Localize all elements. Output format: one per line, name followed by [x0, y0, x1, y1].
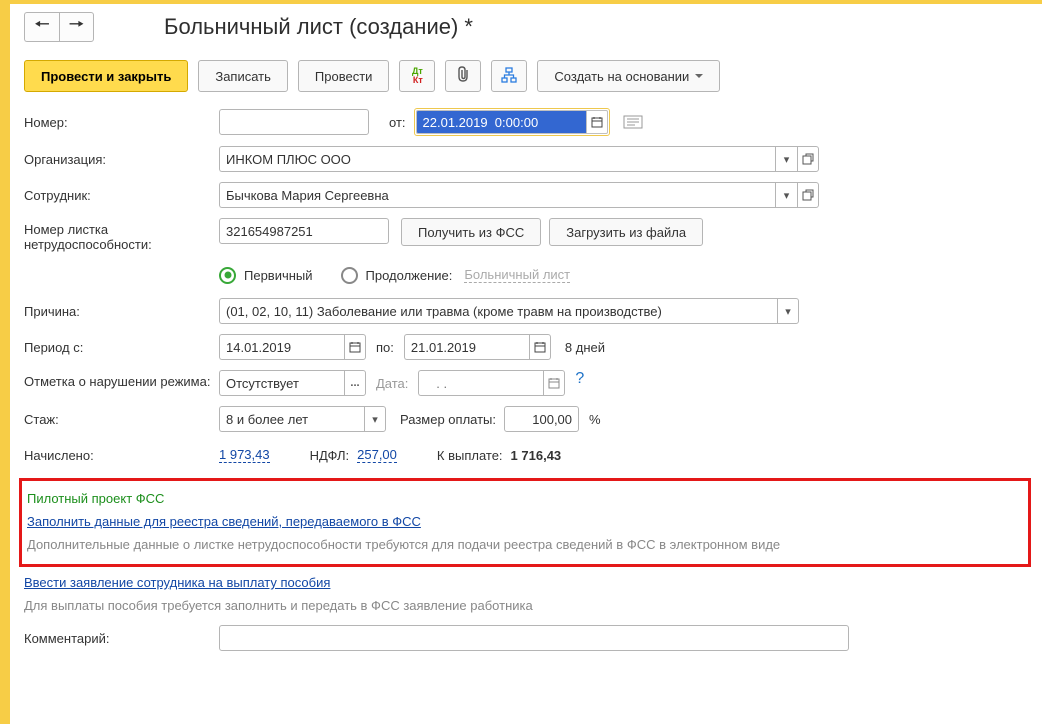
nav-forward-button[interactable]: 🠖	[59, 12, 94, 42]
number-input[interactable]	[219, 109, 369, 135]
sickleave-number-input[interactable]	[219, 218, 389, 244]
nav-back-button[interactable]: 🠔	[24, 12, 59, 42]
accrued-value-link[interactable]: 1 973,43	[219, 447, 270, 463]
pilot-fss-title: Пилотный проект ФСС	[27, 491, 1023, 506]
ndfl-value-link[interactable]: 257,00	[357, 447, 397, 463]
structure-icon	[501, 67, 517, 86]
employee-input[interactable]	[219, 182, 775, 208]
enter-application-link[interactable]: Ввести заявление сотрудника на выплату п…	[24, 575, 330, 590]
seniority-label: Стаж:	[24, 412, 219, 427]
reason-label: Причина:	[24, 304, 219, 319]
application-hint: Для выплаты пособия требуется заполнить …	[24, 598, 1026, 613]
number-label: Номер:	[24, 115, 219, 130]
accrued-label: Начислено:	[24, 448, 219, 463]
organization-open-button[interactable]	[797, 146, 819, 172]
debit-credit-button[interactable]: ДтКт	[399, 60, 435, 92]
period-to-input[interactable]	[404, 334, 529, 360]
primary-radio-label: Первичный	[244, 268, 313, 283]
open-icon	[802, 153, 814, 165]
help-icon[interactable]: ?	[575, 370, 584, 388]
get-from-fss-button[interactable]: Получить из ФСС	[401, 218, 541, 246]
calendar-icon	[591, 116, 603, 128]
document-date-input[interactable]	[416, 110, 586, 134]
post-and-close-button[interactable]: Провести и закрыть	[24, 60, 188, 92]
violation-label: Отметка о нарушении режима:	[24, 370, 219, 389]
violation-date-calendar-button[interactable]	[543, 370, 565, 396]
payment-rate-input[interactable]	[504, 406, 579, 432]
organization-input[interactable]	[219, 146, 775, 172]
days-count-text: 8 дней	[565, 340, 605, 355]
document-date-group	[414, 108, 610, 136]
calendar-icon	[548, 377, 560, 389]
percent-label: %	[589, 412, 601, 427]
violation-input[interactable]	[219, 370, 344, 396]
paperclip-icon	[455, 65, 471, 88]
to-pay-label: К выплате:	[437, 448, 503, 463]
attachments-button[interactable]	[445, 60, 481, 92]
sickleave-number-label: Номер листка нетрудоспособности:	[24, 218, 219, 252]
reason-dropdown-button[interactable]: ▾	[777, 298, 799, 324]
period-from-calendar-button[interactable]	[344, 334, 366, 360]
employee-open-button[interactable]	[797, 182, 819, 208]
period-to-label: по:	[376, 340, 394, 355]
employee-label: Сотрудник:	[24, 188, 219, 203]
payment-rate-label: Размер оплаты:	[400, 412, 496, 427]
violation-date-label: Дата:	[376, 376, 408, 391]
seniority-input[interactable]	[219, 406, 364, 432]
comment-label: Комментарий:	[24, 631, 219, 646]
to-pay-value: 1 716,43	[511, 448, 562, 463]
continuation-radio[interactable]	[341, 267, 358, 284]
sickleave-type-radio-group: Первичный Продолжение: Больничный лист	[219, 267, 570, 284]
period-from-label: Период с:	[24, 340, 219, 355]
date-from-label: от:	[389, 115, 406, 130]
open-icon	[802, 189, 814, 201]
calendar-icon	[349, 341, 361, 353]
violation-select-button[interactable]: ...	[344, 370, 366, 396]
reason-input[interactable]	[219, 298, 777, 324]
load-from-file-button[interactable]: Загрузить из файла	[549, 218, 703, 246]
seniority-dropdown-button[interactable]: ▾	[364, 406, 386, 432]
header: 🠔 🠖 Больничный лист (создание) *	[24, 12, 1026, 42]
page-title: Больничный лист (создание) *	[164, 14, 473, 40]
organization-dropdown-button[interactable]: ▾	[775, 146, 797, 172]
period-from-input[interactable]	[219, 334, 344, 360]
fill-fss-data-link[interactable]: Заполнить данные для реестра сведений, п…	[27, 514, 421, 529]
create-based-on-button[interactable]: Создать на основании	[537, 60, 720, 92]
comment-input[interactable]	[219, 625, 849, 651]
debit-credit-icon: ДтКт	[412, 67, 423, 85]
calendar-button[interactable]	[586, 110, 608, 134]
calendar-icon	[534, 341, 546, 353]
post-button[interactable]: Провести	[298, 60, 390, 92]
primary-radio[interactable]	[219, 267, 236, 284]
legal-info-icon[interactable]	[622, 113, 644, 131]
toolbar: Провести и закрыть Записать Провести ДтК…	[24, 60, 1026, 92]
save-button[interactable]: Записать	[198, 60, 288, 92]
employee-dropdown-button[interactable]: ▾	[775, 182, 797, 208]
continuation-radio-label: Продолжение:	[366, 268, 453, 283]
violation-date-input[interactable]	[418, 370, 543, 396]
sickleave-link-disabled: Больничный лист	[464, 267, 570, 283]
period-to-calendar-button[interactable]	[529, 334, 551, 360]
pilot-fss-section: Пилотный проект ФСС Заполнить данные для…	[19, 478, 1031, 567]
ndfl-label: НДФЛ:	[310, 448, 350, 463]
pilot-fss-hint: Дополнительные данные о листке нетрудосп…	[27, 537, 1023, 552]
organization-label: Организация:	[24, 152, 219, 167]
structure-button[interactable]	[491, 60, 527, 92]
